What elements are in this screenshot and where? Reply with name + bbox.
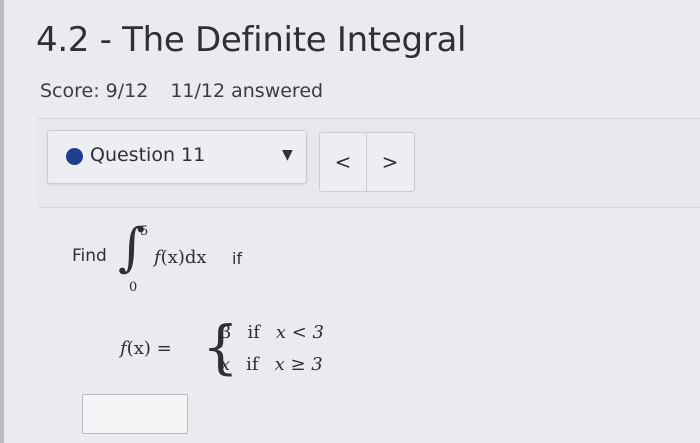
case-2-if: if [246,354,259,375]
piecewise-lhs-rest: (x) = [126,338,172,359]
find-label: Find [72,246,107,266]
case-2-value: x [220,354,231,375]
answer-input[interactable] [82,394,188,434]
question-select[interactable]: Question 11 ▼ [47,130,307,184]
piecewise-definition: f(x) = { 3 if x < 3 x if x ≥ 3 [120,318,380,380]
piecewise-function: f [120,338,127,359]
case-1-if: if [247,322,260,343]
case-1-condition: x < 3 [275,322,325,343]
integral-lower-limit: 0 [129,280,138,295]
question-status-dot [66,148,83,165]
piecewise-case-2: x if x ≥ 3 [220,354,323,375]
piecewise-case-1: 3 if x < 3 [220,322,324,343]
integrand-function: f [154,247,161,268]
integral-upper-limit: 5 [140,224,149,239]
problem-statement: Find ∫ 5 0 f(x)dx if f(x) = { 3 if x < 3 x… [72,220,492,390]
case-2-condition: x ≥ 3 [274,354,323,375]
piecewise-lhs: f(x) = [120,338,172,359]
question-nav-buttons: < > [319,132,415,192]
integrand-rest: (x)dx [160,247,207,268]
left-edge-strip [0,0,4,443]
chevron-left-icon: < [334,150,352,174]
next-question-button[interactable]: > [367,133,413,191]
page-title: 4.2 - The Definite Integral [36,20,467,60]
caret-down-icon: ▼ [282,147,293,163]
question-select-label: Question 11 [90,144,206,166]
chevron-right-icon: > [381,150,399,174]
if-label: if [232,249,243,268]
previous-question-button[interactable]: < [320,133,367,191]
score-text: Score: 9/12 [40,80,149,102]
case-1-value: 3 [220,322,232,343]
answered-count: 11/12 answered [170,80,324,102]
integrand: f(x)dx [154,247,207,268]
score-line: Score: 9/12 11/12 answered [40,80,323,102]
